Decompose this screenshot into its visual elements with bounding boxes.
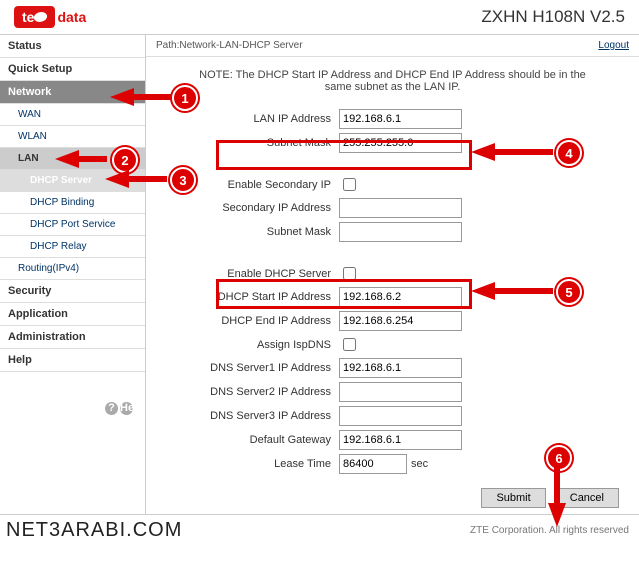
nav-network[interactable]: Network [0,81,145,104]
lease-unit: sec [411,458,428,470]
dns1-label: DNS Server1 IP Address [166,362,339,374]
cancel-button[interactable]: Cancel [555,488,619,508]
dhcp-end-label: DHCP End IP Address [166,315,339,327]
help-icon[interactable]: ?Help [0,372,145,415]
lease-label: Lease Time [166,458,339,470]
subnet-input[interactable] [339,133,462,153]
gateway-input[interactable] [339,430,462,450]
note-text: NOTE: The DHCP Start IP Address and DHCP… [146,57,639,105]
submit-button[interactable]: Submit [481,488,545,508]
nav-dhcp-relay[interactable]: DHCP Relay [0,236,145,258]
copyright: ZTE Corporation. All rights reserved [470,525,639,536]
nav-application[interactable]: Application [0,303,145,326]
brand-logo: te data [14,6,86,28]
nav-help[interactable]: Help [0,349,145,372]
dns3-label: DNS Server3 IP Address [166,410,339,422]
lease-input[interactable] [339,454,407,474]
nav-routing[interactable]: Routing(IPv4) [0,258,145,280]
model-label: ZXHN H108N V2.5 [481,7,625,27]
enable-secondary-checkbox[interactable] [343,178,356,191]
dns2-label: DNS Server2 IP Address [166,386,339,398]
secondary-ip-input[interactable] [339,198,462,218]
nav-quick-setup[interactable]: Quick Setup [0,58,145,81]
watermark: NET3ARABI.COM [0,519,182,542]
nav-wlan[interactable]: WLAN [0,126,145,148]
secondary-subnet-label: Subnet Mask [166,226,339,238]
secondary-subnet-input[interactable] [339,222,462,242]
dhcp-start-label: DHCP Start IP Address [166,291,339,303]
nav-lan[interactable]: LAN [0,148,145,170]
breadcrumb: Path:Network-LAN-DHCP Server [156,40,303,51]
lan-ip-label: LAN IP Address [166,113,339,125]
assign-ispdns-label: Assign IspDNS [166,339,339,351]
nav-dhcp-server[interactable]: DHCP Server [0,170,145,192]
dhcp-start-input[interactable] [339,287,462,307]
nav-wan[interactable]: WAN [0,104,145,126]
enable-dhcp-checkbox[interactable] [343,267,356,280]
secondary-ip-label: Secondary IP Address [166,202,339,214]
dns3-input[interactable] [339,406,462,426]
nav-dhcp-port[interactable]: DHCP Port Service [0,214,145,236]
gateway-label: Default Gateway [166,434,339,446]
enable-dhcp-label: Enable DHCP Server [166,268,339,280]
nav-administration[interactable]: Administration [0,326,145,349]
nav-dhcp-binding[interactable]: DHCP Binding [0,192,145,214]
assign-ispdns-checkbox[interactable] [343,338,356,351]
logout-link[interactable]: Logout [598,40,629,51]
sidebar: Status Quick Setup Network WAN WLAN LAN … [0,35,146,514]
nav-status[interactable]: Status [0,35,145,58]
dns2-input[interactable] [339,382,462,402]
content-pane: Path:Network-LAN-DHCP Server Logout NOTE… [146,35,639,514]
subnet-label: Subnet Mask [166,137,339,149]
dhcp-end-input[interactable] [339,311,462,331]
nav-security[interactable]: Security [0,280,145,303]
enable-secondary-label: Enable Secondary IP [166,179,339,191]
lan-ip-input[interactable] [339,109,462,129]
dns1-input[interactable] [339,358,462,378]
